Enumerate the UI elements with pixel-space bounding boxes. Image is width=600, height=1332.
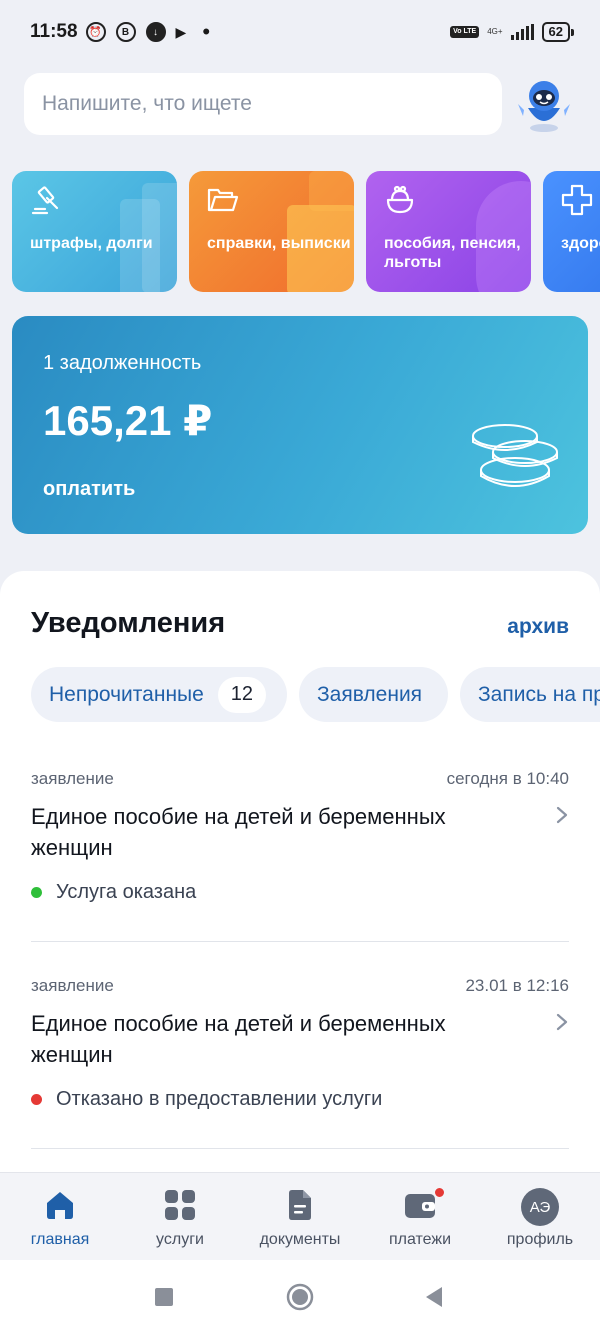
coins-icon bbox=[472, 424, 558, 487]
chip-label: Запись на прием bbox=[478, 682, 600, 706]
status-dot-success bbox=[31, 887, 42, 898]
nav-label: услуги bbox=[156, 1231, 204, 1248]
notifications-title: Уведомления bbox=[31, 607, 226, 639]
notification-type: заявление bbox=[31, 976, 114, 995]
search-input[interactable] bbox=[42, 92, 502, 116]
status-bar: 11:58 ⏰ B ↓ ▶ • Vo LTE 4G+ 62 bbox=[0, 0, 600, 64]
gavel-icon bbox=[31, 186, 59, 215]
bottom-navigation: главная услуги документы платежи АЭ проф… bbox=[0, 1172, 600, 1260]
plus-icon bbox=[561, 184, 593, 216]
purse-icon bbox=[386, 185, 414, 214]
nav-home[interactable]: главная bbox=[0, 1173, 120, 1261]
battery-icon: 62 bbox=[541, 22, 575, 42]
nav-profile[interactable]: АЭ профиль bbox=[480, 1173, 600, 1261]
tile-label: пособия, пенсия, льготы bbox=[384, 235, 521, 271]
nav-label: документы bbox=[259, 1231, 341, 1248]
notification-title: Единое пособие на детей и беременных жен… bbox=[31, 1011, 446, 1067]
home-icon bbox=[47, 1192, 73, 1219]
notification-filter-chips: Непрочитанные 12 Заявления Запись на при… bbox=[31, 667, 600, 723]
home-button-icon[interactable] bbox=[286, 1283, 314, 1311]
grid-icon bbox=[165, 1190, 195, 1220]
back-icon[interactable] bbox=[424, 1286, 444, 1308]
folder-icon bbox=[207, 188, 239, 212]
chip-label: Заявления bbox=[317, 682, 423, 706]
nav-documents[interactable]: документы bbox=[240, 1173, 360, 1261]
volte-icon: Vo LTE bbox=[450, 26, 480, 38]
notification-title: Единое пособие на детей и беременных жен… bbox=[31, 804, 446, 860]
download-icon: ↓ bbox=[145, 22, 166, 42]
chip-label: Непрочитанные bbox=[49, 682, 204, 706]
debt-count: 1 задолженность bbox=[43, 352, 202, 374]
divider bbox=[31, 941, 569, 942]
robot-assistant-icon[interactable] bbox=[514, 74, 574, 134]
nav-payments[interactable]: платежи bbox=[360, 1173, 480, 1261]
chevron-right-icon bbox=[556, 806, 568, 824]
notification-time: сегодня в 10:40 bbox=[446, 769, 569, 788]
status-notification-icons: ⏰ B ↓ ▶ • bbox=[85, 19, 211, 44]
chevron-right-icon bbox=[556, 1013, 568, 1031]
network-type: 4G+ bbox=[487, 27, 503, 36]
category-tiles: штрафы, долги справки, выписки пособия, … bbox=[12, 171, 600, 292]
notification-status: Отказано в предоставлении услуги bbox=[31, 1088, 382, 1111]
system-navigation-bar bbox=[0, 1260, 600, 1332]
tile-label: штрафы, долги bbox=[30, 235, 153, 252]
search-bar[interactable] bbox=[24, 73, 502, 135]
more-notifications-dot: • bbox=[202, 19, 211, 44]
nav-services[interactable]: услуги bbox=[120, 1173, 240, 1261]
archive-link[interactable]: архив bbox=[507, 615, 569, 639]
tile-fines-debts[interactable]: штрафы, долги bbox=[12, 171, 177, 292]
tile-label: справки, выписки bbox=[207, 235, 351, 252]
tile-certificates[interactable]: справки, выписки bbox=[189, 171, 354, 292]
notifications-panel: Уведомления архив Непрочитанные 12 Заявл… bbox=[0, 571, 600, 1191]
chip-unread[interactable]: Непрочитанные 12 bbox=[31, 667, 287, 722]
notification-status: Услуга оказана bbox=[31, 881, 196, 904]
document-icon bbox=[289, 1190, 311, 1220]
pay-button[interactable]: оплатить bbox=[43, 478, 135, 501]
nav-label: платежи bbox=[388, 1231, 452, 1248]
status-text: Услуга оказана bbox=[56, 881, 197, 903]
notification-item[interactable]: заявление 23.01 в 12:16 Единое пособие н… bbox=[31, 976, 569, 1126]
alarm-icon: ⏰ bbox=[85, 22, 106, 42]
status-dot-error bbox=[31, 1094, 42, 1105]
status-text: Отказано в предоставлении услуги bbox=[56, 1088, 383, 1110]
tile-benefits[interactable]: пособия, пенсия, льготы bbox=[366, 171, 531, 292]
status-time: 11:58 bbox=[30, 21, 78, 42]
payments-notification-dot bbox=[434, 1187, 445, 1198]
avatar: АЭ bbox=[521, 1188, 559, 1226]
tile-label: здоровье bbox=[561, 235, 600, 252]
notification-type: заявление bbox=[31, 769, 114, 788]
divider bbox=[31, 1148, 569, 1149]
status-system-icons: Vo LTE 4G+ 62 bbox=[450, 22, 575, 42]
nav-label: главная bbox=[30, 1231, 90, 1248]
chip-applications[interactable]: Заявления bbox=[299, 667, 448, 722]
recent-apps-icon[interactable] bbox=[154, 1287, 174, 1307]
wallet-icon bbox=[405, 1194, 435, 1218]
debt-card[interactable]: 1 задолженность 165,21 ₽ оплатить bbox=[12, 316, 588, 534]
play-icon: ▶ bbox=[175, 23, 187, 40]
unread-count-badge: 12 bbox=[217, 676, 266, 713]
notification-time: 23.01 в 12:16 bbox=[465, 976, 569, 995]
debt-amount: 165,21 ₽ bbox=[43, 397, 213, 444]
b-app-icon: B bbox=[115, 22, 136, 42]
nav-label: профиль bbox=[506, 1231, 574, 1248]
chip-appointments[interactable]: Запись на прием bbox=[460, 667, 600, 722]
tile-health[interactable]: здоровье bbox=[543, 171, 600, 292]
notification-item[interactable]: заявление сегодня в 10:40 Единое пособие… bbox=[31, 769, 569, 919]
signal-icon bbox=[510, 24, 534, 40]
